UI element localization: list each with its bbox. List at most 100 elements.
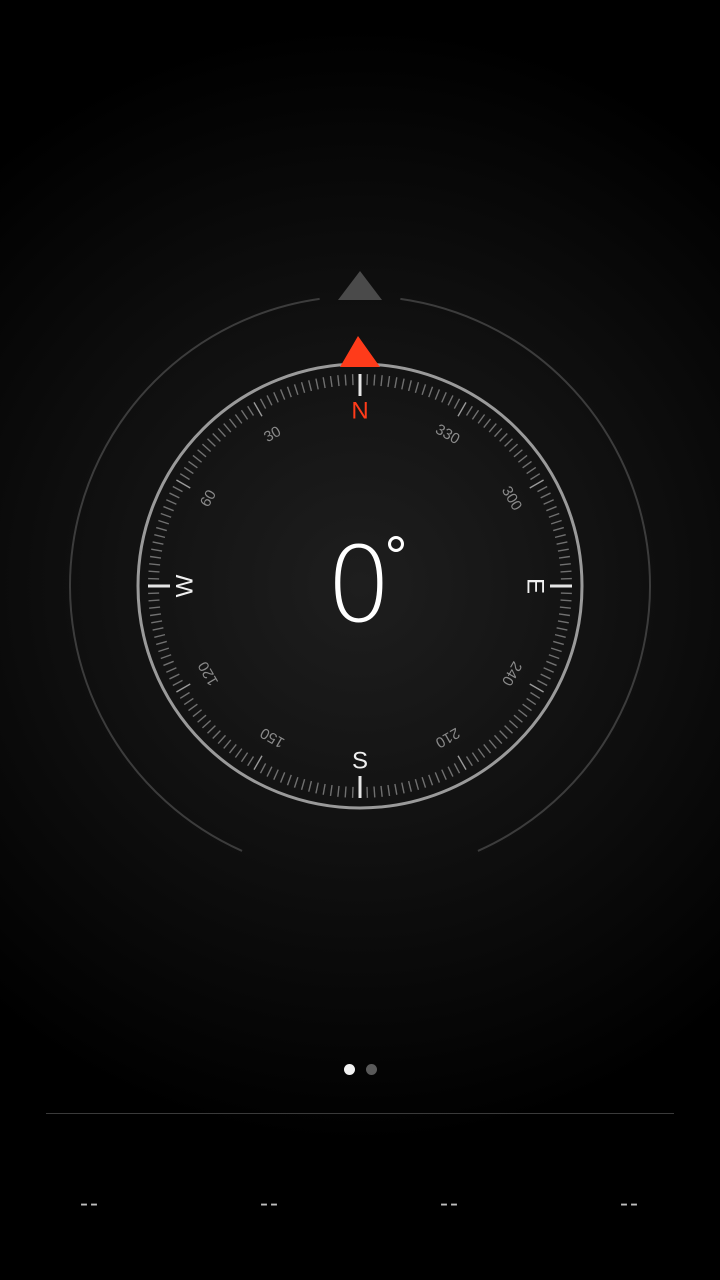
heading-value: 0 bbox=[325, 524, 395, 646]
dial-tick bbox=[160, 512, 172, 518]
dial-tick bbox=[179, 473, 190, 481]
dial-tick bbox=[517, 709, 528, 718]
dial-tick bbox=[387, 784, 391, 797]
dial-tick bbox=[279, 772, 286, 783]
degree-label: 330 bbox=[432, 421, 462, 448]
dial-tick bbox=[522, 460, 532, 469]
degree-label: 300 bbox=[498, 483, 525, 513]
dial-tick bbox=[394, 783, 398, 795]
dial-tick bbox=[428, 386, 434, 398]
dial-tick bbox=[537, 485, 548, 493]
dial-tick bbox=[537, 679, 548, 687]
dial-tick bbox=[166, 499, 177, 505]
dial-tick bbox=[499, 433, 508, 442]
dial-tick bbox=[183, 466, 194, 475]
divider bbox=[46, 1113, 674, 1114]
dial-tick bbox=[483, 418, 492, 429]
dial-tick bbox=[548, 654, 560, 660]
dial-tick bbox=[234, 748, 243, 758]
dial-tick bbox=[414, 382, 420, 393]
dial-tick bbox=[183, 697, 194, 706]
dial-tick bbox=[465, 756, 473, 767]
dial-tick bbox=[522, 703, 532, 712]
dial-tick bbox=[197, 714, 207, 723]
dial-tick bbox=[240, 409, 249, 420]
stat-value-2: -- bbox=[260, 1190, 280, 1217]
degree-label: 60 bbox=[197, 487, 220, 510]
dial-tick bbox=[172, 485, 183, 493]
dial-tick bbox=[517, 454, 528, 463]
dial-tick bbox=[228, 418, 237, 429]
stat-value-1: -- bbox=[80, 1190, 100, 1217]
degree-label: 210 bbox=[432, 724, 462, 751]
dial-tick bbox=[465, 405, 473, 416]
dial-tick bbox=[414, 779, 420, 790]
dial-tick bbox=[394, 377, 398, 389]
dial-tick bbox=[546, 505, 557, 512]
dial-tick bbox=[192, 709, 203, 718]
cardinal-south: S bbox=[352, 748, 368, 775]
dial-tick bbox=[401, 378, 405, 390]
dial-tick bbox=[477, 414, 486, 424]
dial-tick bbox=[228, 743, 237, 754]
dial-tick bbox=[380, 375, 383, 387]
dial-tick bbox=[322, 783, 326, 795]
dial-tick bbox=[428, 774, 434, 786]
dial-tick bbox=[453, 763, 461, 774]
dial-tick bbox=[293, 776, 299, 788]
dial-tick bbox=[217, 427, 227, 438]
dial-tick bbox=[337, 375, 340, 387]
dial-tick bbox=[508, 443, 519, 453]
dial-tick bbox=[488, 423, 497, 433]
dial-tick bbox=[421, 384, 427, 396]
dial-tick bbox=[253, 755, 263, 770]
stat-value-3: -- bbox=[440, 1190, 460, 1217]
dial-tick bbox=[513, 449, 523, 458]
dial-tick bbox=[407, 780, 412, 792]
dial-tick bbox=[163, 660, 174, 667]
dial-tick bbox=[197, 449, 207, 458]
dial-tick bbox=[300, 779, 306, 790]
dial-tick bbox=[530, 691, 541, 699]
dial-tick bbox=[499, 730, 508, 739]
dial-tick bbox=[337, 785, 340, 797]
dial-tick bbox=[308, 380, 313, 392]
dial-tick bbox=[188, 460, 198, 469]
dial-tick bbox=[504, 725, 513, 734]
dial-tick bbox=[373, 374, 376, 386]
dial-tick bbox=[493, 427, 503, 438]
page-dot-2[interactable] bbox=[365, 1064, 377, 1075]
dial-tick bbox=[504, 438, 513, 447]
dial-tick bbox=[329, 375, 333, 388]
dial-tick bbox=[540, 492, 551, 499]
dial-tick bbox=[201, 443, 212, 453]
dial-tick bbox=[176, 683, 191, 693]
north-marker-icon bbox=[340, 336, 380, 367]
dial-tick bbox=[344, 374, 347, 386]
dial-tick bbox=[273, 392, 279, 403]
dial-tick bbox=[387, 375, 391, 388]
dial-tick bbox=[329, 784, 333, 797]
dial-tick bbox=[530, 473, 541, 481]
degree-label: 120 bbox=[195, 658, 222, 688]
dial-tick bbox=[441, 392, 447, 403]
dial-tick bbox=[526, 466, 537, 475]
dial-tick bbox=[322, 377, 326, 389]
dial-tick bbox=[315, 782, 319, 794]
dial-tick bbox=[166, 667, 177, 673]
dial-tick bbox=[488, 739, 497, 749]
dial-tick bbox=[546, 660, 557, 667]
dial-tick bbox=[169, 492, 180, 499]
dial-tick bbox=[279, 389, 286, 400]
dial-tick bbox=[548, 512, 560, 518]
page-dot-1[interactable] bbox=[343, 1064, 355, 1075]
dial-tick bbox=[169, 673, 180, 680]
dial-tick bbox=[259, 763, 267, 774]
dial-tick bbox=[192, 454, 203, 463]
dial-tick bbox=[441, 769, 447, 780]
dial-tick bbox=[540, 673, 551, 680]
dial-tick bbox=[453, 398, 461, 409]
dial-tick bbox=[223, 423, 232, 433]
dial-tick bbox=[286, 386, 292, 398]
dial-tick bbox=[493, 734, 503, 745]
